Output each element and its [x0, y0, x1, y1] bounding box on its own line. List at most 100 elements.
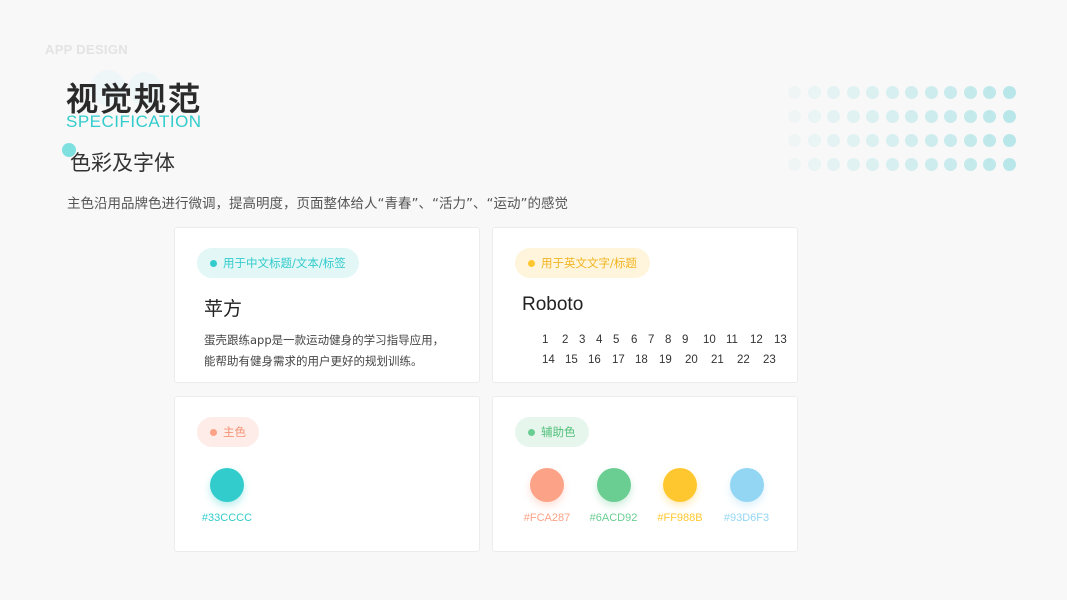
decorative-dot — [944, 86, 957, 99]
secondary-color-card: 辅助色 #FCA287 #6ACD92 #FF988B #93D6F3 — [492, 396, 798, 552]
decorative-dot — [983, 158, 996, 171]
font-size-number: 18 — [635, 354, 648, 366]
decorative-dot — [788, 134, 801, 147]
color-swatch — [210, 468, 244, 502]
decorative-dot — [1002, 110, 1016, 123]
tag-dot-icon — [210, 428, 217, 436]
primary-color-tag: 主色 — [197, 417, 259, 447]
tag-label: 辅助色 — [541, 425, 576, 439]
decorative-dot — [944, 158, 957, 171]
tag-dot-icon — [528, 259, 535, 267]
decorative-dot — [905, 134, 918, 147]
decorative-dot — [983, 110, 996, 123]
decorative-dot — [944, 134, 957, 147]
color-swatch — [729, 468, 764, 502]
secondary-color-tag: 辅助色 — [515, 417, 589, 447]
decorative-dot — [866, 158, 879, 171]
tag-label: 用于中文标题/文本/标签 — [223, 256, 346, 270]
decorative-dot — [885, 134, 899, 147]
font-size-number: 3 — [579, 334, 586, 346]
decorative-dot — [807, 86, 821, 99]
decorative-dot — [885, 86, 899, 99]
font-size-number: 6 — [631, 334, 638, 346]
decorative-dot — [807, 110, 821, 123]
font-sample-text: 蛋壳跟练app是一款运动健身的学习指导应用，能帮助有健身需求的用户更好的规划训练… — [204, 333, 445, 368]
tag-label: 主色 — [223, 425, 246, 439]
font-size-number: 15 — [565, 354, 578, 366]
decorative-dot — [924, 134, 938, 147]
decorative-dot — [905, 86, 918, 99]
font-size-number: 13 — [774, 334, 787, 346]
decorative-dot — [788, 158, 801, 171]
chinese-font-card: 用于中文标题/文本/标签 苹方 蛋壳跟练app是一款运动健身的学习指导应用，能帮… — [174, 227, 480, 383]
decorative-dot — [846, 158, 860, 171]
decorative-dot — [846, 86, 860, 99]
decorative-dot — [944, 110, 957, 123]
decorative-dot — [827, 134, 840, 147]
font-size-number: 20 — [685, 354, 698, 366]
chinese-font-tag: 用于中文标题/文本/标签 — [197, 248, 359, 278]
decorative-dot — [963, 86, 977, 99]
decorative-dot — [846, 134, 860, 147]
font-size-number: 21 — [711, 354, 724, 366]
font-size-number: 14 — [542, 354, 555, 366]
font-size-number: 1 — [542, 334, 549, 346]
font-size-number: 2 — [562, 334, 569, 346]
font-name: Roboto — [522, 294, 584, 315]
decorative-dot — [905, 110, 918, 123]
color-swatch — [596, 468, 631, 502]
font-size-number: 8 — [665, 334, 672, 346]
tag-label: 用于英文文字/标题 — [541, 256, 637, 270]
decorative-dot — [924, 110, 938, 123]
english-font-card: 用于英文文字/标题 Roboto 1 2 3 4 5 6 7 8 9 10 11 12 13 14 15 1… — [492, 227, 798, 383]
font-size-number: 7 — [648, 334, 655, 346]
font-size-number: 12 — [750, 334, 763, 346]
decorative-dot — [963, 158, 977, 171]
decorative-dot — [788, 110, 801, 123]
decorative-dot — [963, 110, 977, 123]
decorative-dot — [827, 86, 840, 99]
section-title: 色彩及字体 — [70, 151, 175, 175]
font-size-number: 11 — [726, 334, 738, 346]
color-swatch — [663, 468, 697, 502]
decorative-dot — [1002, 158, 1016, 171]
decorative-dot — [827, 158, 840, 171]
color-hex-label: #33CCCC — [201, 512, 253, 524]
decorative-dot — [1002, 134, 1016, 147]
decorative-dot — [983, 86, 996, 99]
decorative-dot — [827, 110, 840, 123]
decorative-dot — [924, 158, 938, 171]
font-size-number: 19 — [659, 354, 672, 366]
decorative-dot — [963, 134, 977, 147]
decorative-dot — [983, 134, 996, 147]
decorative-dot — [807, 134, 821, 147]
tag-dot-icon — [210, 259, 217, 267]
font-size-number: 17 — [612, 354, 625, 366]
tag-dot-icon — [528, 428, 535, 436]
decorative-dot — [866, 86, 879, 99]
decorative-dot — [807, 158, 821, 171]
font-size-number: 9 — [682, 334, 689, 346]
color-hex-label: #93D6F3 — [723, 512, 770, 524]
font-size-number: 10 — [703, 334, 716, 346]
font-size-number: 22 — [737, 354, 750, 366]
decorative-dot — [866, 134, 879, 147]
decorative-dot — [885, 110, 899, 123]
decorative-dot — [885, 158, 899, 171]
decorative-dot-grid — [788, 86, 1028, 178]
decorative-dot — [846, 110, 860, 123]
font-size-number: 23 — [763, 354, 776, 366]
font-size-number: 16 — [588, 354, 601, 366]
decorative-dot — [924, 86, 938, 99]
font-size-number: 5 — [613, 334, 620, 346]
page-subtitle: SPECIFICATION — [66, 112, 202, 131]
top-label: APP DESIGN — [45, 42, 128, 57]
primary-color-card: 主色 #33CCCC — [174, 396, 480, 552]
font-name: 苹方 — [204, 298, 243, 320]
decorative-dot — [1002, 86, 1016, 99]
decorative-dot — [905, 158, 918, 171]
decorative-dot — [866, 110, 879, 123]
description-text: 主色沿用品牌色进行微调，提高明度，页面整体给人“青春”、“活力”、“运动”的感觉 — [67, 196, 568, 212]
color-swatch — [530, 468, 564, 502]
font-size-number: 4 — [596, 334, 603, 346]
